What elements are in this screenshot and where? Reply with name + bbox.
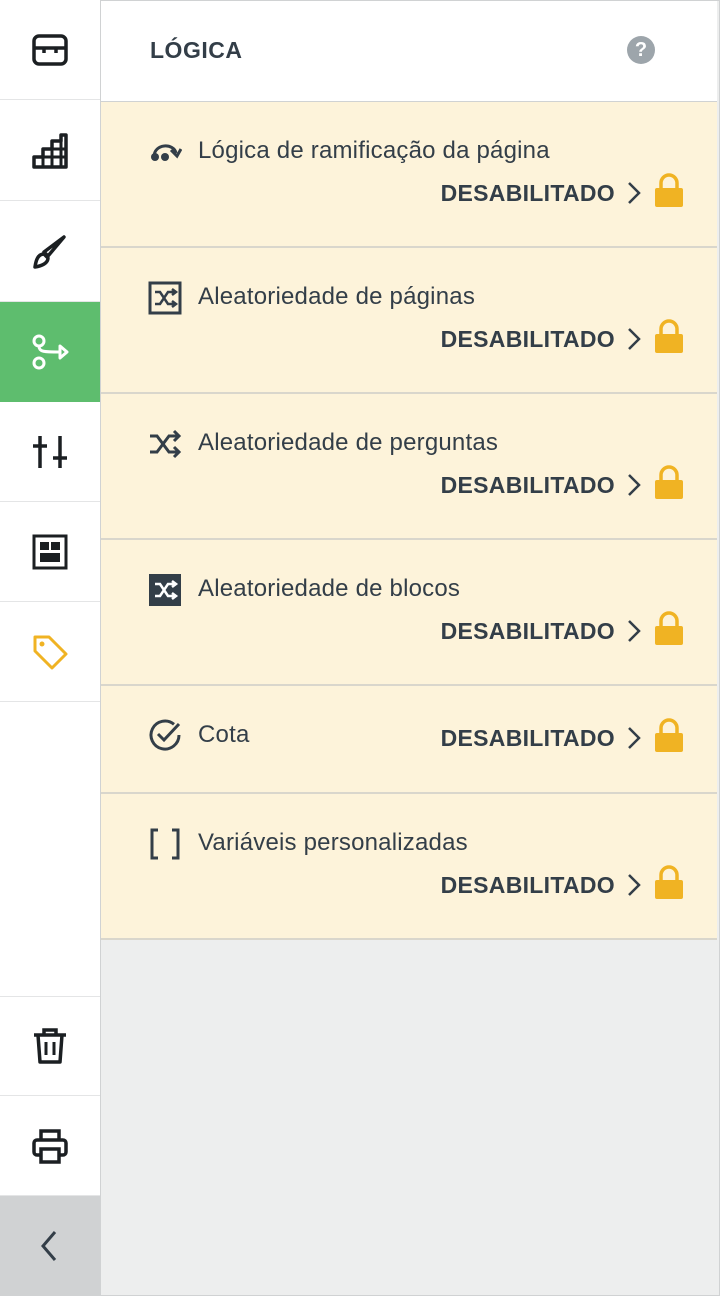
options-button[interactable] <box>0 402 100 502</box>
lock-icon <box>655 465 683 499</box>
brackets-icon <box>148 827 182 861</box>
row-label: Aleatoriedade de páginas <box>198 283 476 310</box>
layout-icon <box>32 534 68 569</box>
row-status: DESABILITADO <box>440 618 615 644</box>
row-label: Aleatoriedade de perguntas <box>198 429 499 456</box>
lock-icon <box>655 173 683 207</box>
logic-panel: LÓGICA ? Lógica de ramificação da página… <box>101 0 720 1296</box>
paintbrush-icon <box>33 234 66 269</box>
library-icon <box>32 33 68 66</box>
logic-option-row[interactable]: Aleatoriedade de blocos DESABILITADO <box>101 540 717 686</box>
lock-icon <box>655 611 683 645</box>
chevron-right-icon <box>628 727 641 749</box>
collapse-chevron-icon <box>41 1231 57 1261</box>
logic-option-row[interactable]: Variáveis personalizadas DESABILITADO <box>101 794 717 940</box>
chevron-right-icon <box>628 874 641 896</box>
design-button[interactable] <box>0 202 100 302</box>
delete-button[interactable] <box>0 996 100 1096</box>
trash-icon <box>34 1028 66 1064</box>
row-label: Lógica de ramificação da página <box>198 137 550 164</box>
printer-icon <box>32 1128 68 1164</box>
block-randomization-icon <box>148 573 182 607</box>
side-toolbar <box>0 0 101 1296</box>
chart-icon <box>32 132 68 169</box>
help-icon[interactable]: ? <box>627 36 655 64</box>
row-status: DESABILITADO <box>440 326 615 352</box>
lock-icon <box>655 865 683 899</box>
logic-option-row[interactable]: Aleatoriedade de perguntas DESABILITADO <box>101 394 717 540</box>
row-label: Variáveis personalizadas <box>198 829 468 856</box>
row-status: DESABILITADO <box>440 472 615 498</box>
page-branching-icon <box>148 135 182 169</box>
row-label: Cota <box>198 721 250 748</box>
chevron-right-icon <box>628 328 641 350</box>
chevron-right-icon <box>628 474 641 496</box>
collapse-sidebar-button[interactable] <box>0 1196 100 1296</box>
logic-option-row[interactable]: Lógica de ramificação da página DESABILI… <box>101 102 717 248</box>
row-status: DESABILITADO <box>440 180 615 206</box>
tags-button[interactable] <box>0 602 100 702</box>
logic-option-row[interactable]: Aleatoriedade de páginas DESABILITADO <box>101 248 717 394</box>
logic-option-row[interactable]: Cota DESABILITADO <box>101 686 717 794</box>
question-randomization-icon <box>148 427 182 461</box>
page-randomization-icon <box>148 281 182 315</box>
row-status: DESABILITADO <box>440 725 615 751</box>
logic-icon <box>32 334 69 369</box>
row-label: Aleatoriedade de blocos <box>198 575 461 602</box>
chevron-right-icon <box>628 182 641 204</box>
panel-title: LÓGICA <box>150 37 243 63</box>
quota-check-icon <box>148 718 182 752</box>
lock-icon <box>655 319 683 353</box>
row-status: DESABILITADO <box>440 872 615 898</box>
print-button[interactable] <box>0 1096 100 1196</box>
chevron-right-icon <box>628 620 641 642</box>
panel-header: LÓGICA ? <box>101 1 717 102</box>
sliders-icon <box>33 435 67 468</box>
logic-button[interactable] <box>0 302 100 402</box>
analyze-button[interactable] <box>0 101 100 201</box>
library-button[interactable] <box>0 0 100 100</box>
lock-icon <box>655 718 683 752</box>
layout-button[interactable] <box>0 502 100 602</box>
tag-icon <box>33 635 68 669</box>
